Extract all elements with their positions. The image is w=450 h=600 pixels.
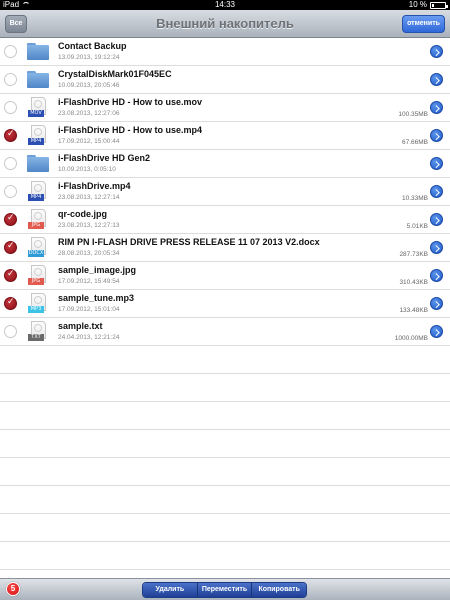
file-row[interactable]: i-FlashDrive HD Gen2 10.09.2013, 0:05:10 xyxy=(0,150,450,178)
file-size: 67.66MB xyxy=(401,139,428,146)
file-size: 133.48KB xyxy=(399,307,428,314)
file-row[interactable]: TXT sample.txt 24.04.2013, 12:21:24 1000.00… xyxy=(0,318,450,346)
checkbox-unchecked-icon[interactable] xyxy=(4,73,17,86)
file-size: 10.33MB xyxy=(401,195,428,202)
file-name: i-FlashDrive HD - How to use.mp4 xyxy=(58,125,203,135)
file-name: CrystalDiskMark01F045EC xyxy=(58,69,172,79)
file-type-tag: MP4 xyxy=(28,138,44,145)
file-type-tag: TXT xyxy=(28,334,44,341)
file-name: sample_image.jpg xyxy=(58,265,137,275)
file-date: 23.08.2013, 12:27:06 xyxy=(58,110,120,117)
status-bar: iPad 14:33 10 % xyxy=(0,0,450,10)
checkbox-checked-icon[interactable] xyxy=(4,297,17,310)
file-type-tag: MOV xyxy=(28,110,44,117)
selected-count-badge: 5 xyxy=(6,582,20,596)
checkbox-unchecked-icon[interactable] xyxy=(4,325,17,338)
checkbox-unchecked-icon[interactable] xyxy=(4,157,17,170)
disclosure-arrow-icon[interactable] xyxy=(430,241,443,254)
disclosure-arrow-icon[interactable] xyxy=(430,157,443,170)
file-type-tag: JPG xyxy=(28,222,44,229)
screen: iPad 14:33 10 % Все Внешний накопитель о… xyxy=(0,0,450,600)
disclosure-arrow-icon[interactable] xyxy=(430,269,443,282)
file-type-icon: JPG xyxy=(28,209,46,230)
move-button[interactable]: Переместить xyxy=(197,583,253,597)
file-row[interactable]: Contact Backup 13.09.2013, 19:12:24 xyxy=(0,38,450,66)
file-name: sample.txt xyxy=(58,321,103,331)
file-list: Contact Backup 13.09.2013, 19:12:24 Crysta… xyxy=(0,38,450,578)
file-size: 1000.00MB xyxy=(394,335,428,342)
file-row[interactable]: DOCX RIM PN I-FLASH DRIVE PRESS RELEASE 1… xyxy=(0,234,450,262)
file-date: 17.09.2012, 15:00:44 xyxy=(58,138,120,145)
disclosure-arrow-icon[interactable] xyxy=(430,101,443,114)
file-row[interactable]: CrystalDiskMark01F045EC 10.09.2013, 20:05… xyxy=(0,66,450,94)
file-date: 10.09.2013, 0:05:10 xyxy=(58,166,116,173)
action-segmented-control: Удалить Переместить Копировать xyxy=(142,582,307,598)
file-row[interactable]: JPG sample_image.jpg 17.09.2012, 15:49:54 3… xyxy=(0,262,450,290)
file-date: 23.08.2013, 12:27:13 xyxy=(58,222,120,229)
battery-icon xyxy=(430,1,448,9)
folder-icon xyxy=(27,155,49,172)
page-title: Внешний накопитель xyxy=(156,16,294,31)
battery-percent: 10 % xyxy=(408,0,427,9)
file-name: Contact Backup xyxy=(58,41,127,51)
disclosure-arrow-icon[interactable] xyxy=(430,213,443,226)
bottom-toolbar: 5 Удалить Переместить Копировать xyxy=(0,578,450,600)
file-type-icon: MOV xyxy=(28,97,46,118)
file-type-icon: MP4 xyxy=(28,125,46,146)
file-type-icon: MP4 xyxy=(28,181,46,202)
checkbox-checked-icon[interactable] xyxy=(4,129,17,142)
file-date: 17.09.2012, 15:49:54 xyxy=(58,278,120,285)
cancel-button[interactable]: отменить xyxy=(402,15,445,33)
disclosure-arrow-icon[interactable] xyxy=(430,325,443,338)
file-name: RIM PN I-FLASH DRIVE PRESS RELEASE 11 07… xyxy=(58,237,320,247)
file-type-icon: TXT xyxy=(28,321,46,342)
file-name: i-FlashDrive.mp4 xyxy=(58,181,131,191)
file-size: 287.73KB xyxy=(399,251,428,258)
checkbox-checked-icon[interactable] xyxy=(4,213,17,226)
file-row[interactable]: JPG qr-code.jpg 23.08.2013, 12:27:13 5.01KB xyxy=(0,206,450,234)
folder-icon xyxy=(27,43,49,60)
file-type-tag: JPG xyxy=(28,278,44,285)
disclosure-arrow-icon[interactable] xyxy=(430,73,443,86)
checkbox-unchecked-icon[interactable] xyxy=(4,45,17,58)
file-size: 310.43KB xyxy=(399,279,428,286)
checkbox-checked-icon[interactable] xyxy=(4,269,17,282)
checkbox-checked-icon[interactable] xyxy=(4,241,17,254)
file-size: 5.01KB xyxy=(406,223,428,230)
nav-bar: Все Внешний накопитель отменить xyxy=(0,10,450,38)
file-row[interactable]: MP3 sample_tune.mp3 17.09.2012, 15:01:04 13… xyxy=(0,290,450,318)
checkbox-unchecked-icon[interactable] xyxy=(4,101,17,114)
file-row[interactable]: MP4 i-FlashDrive HD - How to use.mp4 17.09… xyxy=(0,122,450,150)
status-battery: 10 % xyxy=(408,0,448,10)
file-type-tag: MP4 xyxy=(28,194,44,201)
status-time: 14:33 xyxy=(214,0,236,9)
file-name: i-FlashDrive HD Gen2 xyxy=(58,153,151,163)
file-type-icon: JPG xyxy=(28,265,46,286)
file-date: 10.09.2013, 20:05:46 xyxy=(58,82,120,89)
file-type-icon: MP3 xyxy=(28,293,46,314)
file-name: sample_tune.mp3 xyxy=(58,293,135,303)
folder-icon xyxy=(27,71,49,88)
file-date: 23.08.2013, 12:27:14 xyxy=(58,194,120,201)
file-name: i-FlashDrive HD - How to use.mov xyxy=(58,97,203,107)
file-type-icon: DOCX xyxy=(28,237,46,258)
disclosure-arrow-icon[interactable] xyxy=(430,45,443,58)
file-date: 17.09.2012, 15:01:04 xyxy=(58,306,120,313)
file-date: 24.04.2013, 12:21:24 xyxy=(58,334,120,341)
checkbox-unchecked-icon[interactable] xyxy=(4,185,17,198)
file-name: qr-code.jpg xyxy=(58,209,107,219)
file-row[interactable]: MOV i-FlashDrive HD - How to use.mov 23.08… xyxy=(0,94,450,122)
copy-button[interactable]: Копировать xyxy=(252,583,306,597)
disclosure-arrow-icon[interactable] xyxy=(430,185,443,198)
disclosure-arrow-icon[interactable] xyxy=(430,129,443,142)
file-date: 13.09.2013, 19:12:24 xyxy=(58,54,120,61)
disclosure-arrow-icon[interactable] xyxy=(430,297,443,310)
file-type-tag: DOCX xyxy=(28,250,44,257)
file-size: 100.35MB xyxy=(398,111,428,118)
file-type-tag: MP3 xyxy=(28,306,44,313)
file-row[interactable]: MP4 i-FlashDrive.mp4 23.08.2013, 12:27:14 1… xyxy=(0,178,450,206)
file-date: 28.08.2013, 20:05:34 xyxy=(58,250,120,257)
delete-button[interactable]: Удалить xyxy=(143,583,198,597)
